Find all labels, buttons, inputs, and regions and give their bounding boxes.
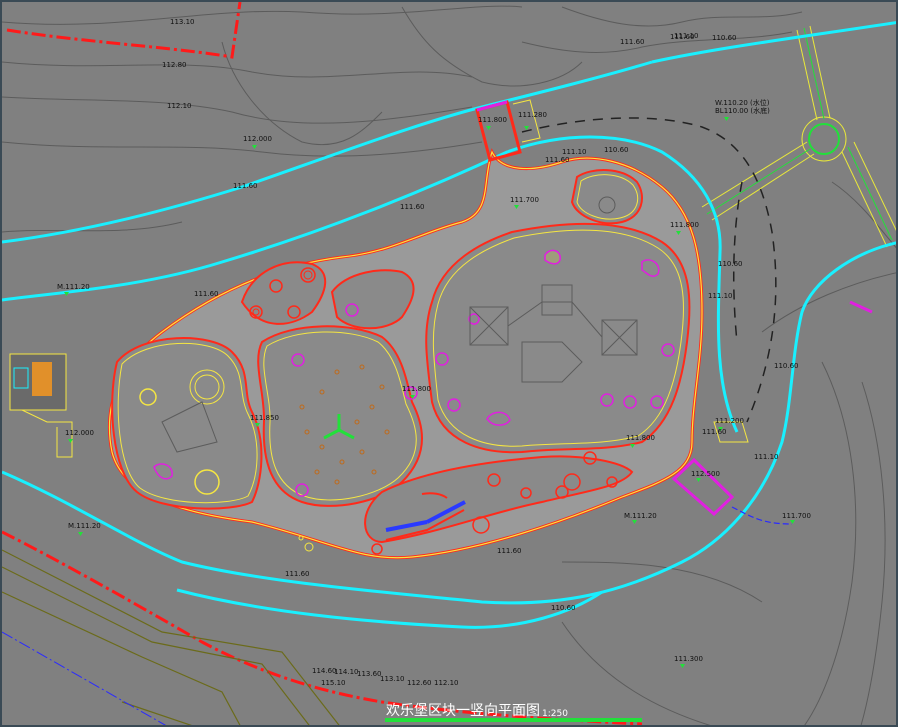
elev-label: M.111.20 <box>624 512 657 520</box>
elev-label: 113.10 <box>380 675 405 683</box>
elev-label: 111.280 <box>518 111 547 119</box>
elev-label: 111.60 <box>702 428 727 436</box>
left-building <box>9 353 73 458</box>
elev-label: 111.10 <box>708 292 733 300</box>
road-top-right <box>701 25 896 248</box>
elev-label: 112.000 <box>243 135 272 143</box>
pink-mark <box>849 300 873 314</box>
elev-label: 111.10 <box>562 148 587 156</box>
elev-label: 112.10 <box>434 679 459 687</box>
elev-label: 112.80 <box>162 61 187 69</box>
elev-label: 111.60 <box>400 203 425 211</box>
drawing-title: 欢乐堡区块一竖向平面图 <box>386 703 540 719</box>
road-centerlines <box>706 27 893 241</box>
elev-label: 111.60 <box>194 290 219 298</box>
elev-label: 112.500 <box>691 470 720 478</box>
elev-label: 115.10 <box>321 679 346 687</box>
site-plan: 113.10 112.80 112.10 112.000 111.60 111.… <box>2 2 896 725</box>
elev-label: 112.10 <box>167 102 192 110</box>
elev-label: 111.60 <box>497 547 522 555</box>
elev-label: 110.60 <box>604 146 629 154</box>
elev-label: 111.800 <box>626 434 655 442</box>
elev-label: 110.60 <box>551 604 576 612</box>
elev-label: 111.60 <box>545 156 570 164</box>
elev-label: 111.800 <box>402 385 431 393</box>
elev-label: 111.800 <box>478 116 507 124</box>
elev-label: 110.60 <box>718 260 743 268</box>
elev-label: 111.200 <box>715 417 744 425</box>
cad-drawing-canvas: 113.10 112.80 112.10 112.000 111.60 111.… <box>0 0 898 727</box>
elev-label: 111.60 <box>620 38 645 46</box>
elev-label: 113.60 <box>357 670 382 678</box>
elev-label: 113.10 <box>170 18 195 26</box>
elev-label: 111.60 <box>233 182 258 190</box>
elev-label: 114.10 <box>334 668 359 676</box>
elev-label: 110.60 <box>712 34 737 42</box>
elev-label: 111.850 <box>250 414 279 422</box>
elev-label: 112.000 <box>65 429 94 437</box>
elev-label: M.111.20 <box>68 522 101 530</box>
elev-label: W.110.20 (水位) <box>715 98 770 107</box>
elev-label: 111.10 <box>754 453 779 461</box>
elev-label: 111.60 <box>285 570 310 578</box>
drawing-scale: 1:250 <box>542 709 568 719</box>
elev-label: BL110.00 (水底) <box>715 106 770 115</box>
roundabout-marker <box>808 123 840 155</box>
blue-dash-line <box>2 631 166 725</box>
elev-label: 110.60 <box>774 362 799 370</box>
elev-label: M.111.20 <box>57 283 90 291</box>
elev-label: 111.800 <box>670 221 699 229</box>
elev-label: 112.60 <box>407 679 432 687</box>
elev-label: 111.10 <box>674 32 699 40</box>
elev-label: 111.700 <box>782 512 811 520</box>
elev-label: 114.60 <box>312 667 337 675</box>
elev-label: 111.300 <box>674 655 703 663</box>
elev-label: 111.700 <box>510 196 539 204</box>
